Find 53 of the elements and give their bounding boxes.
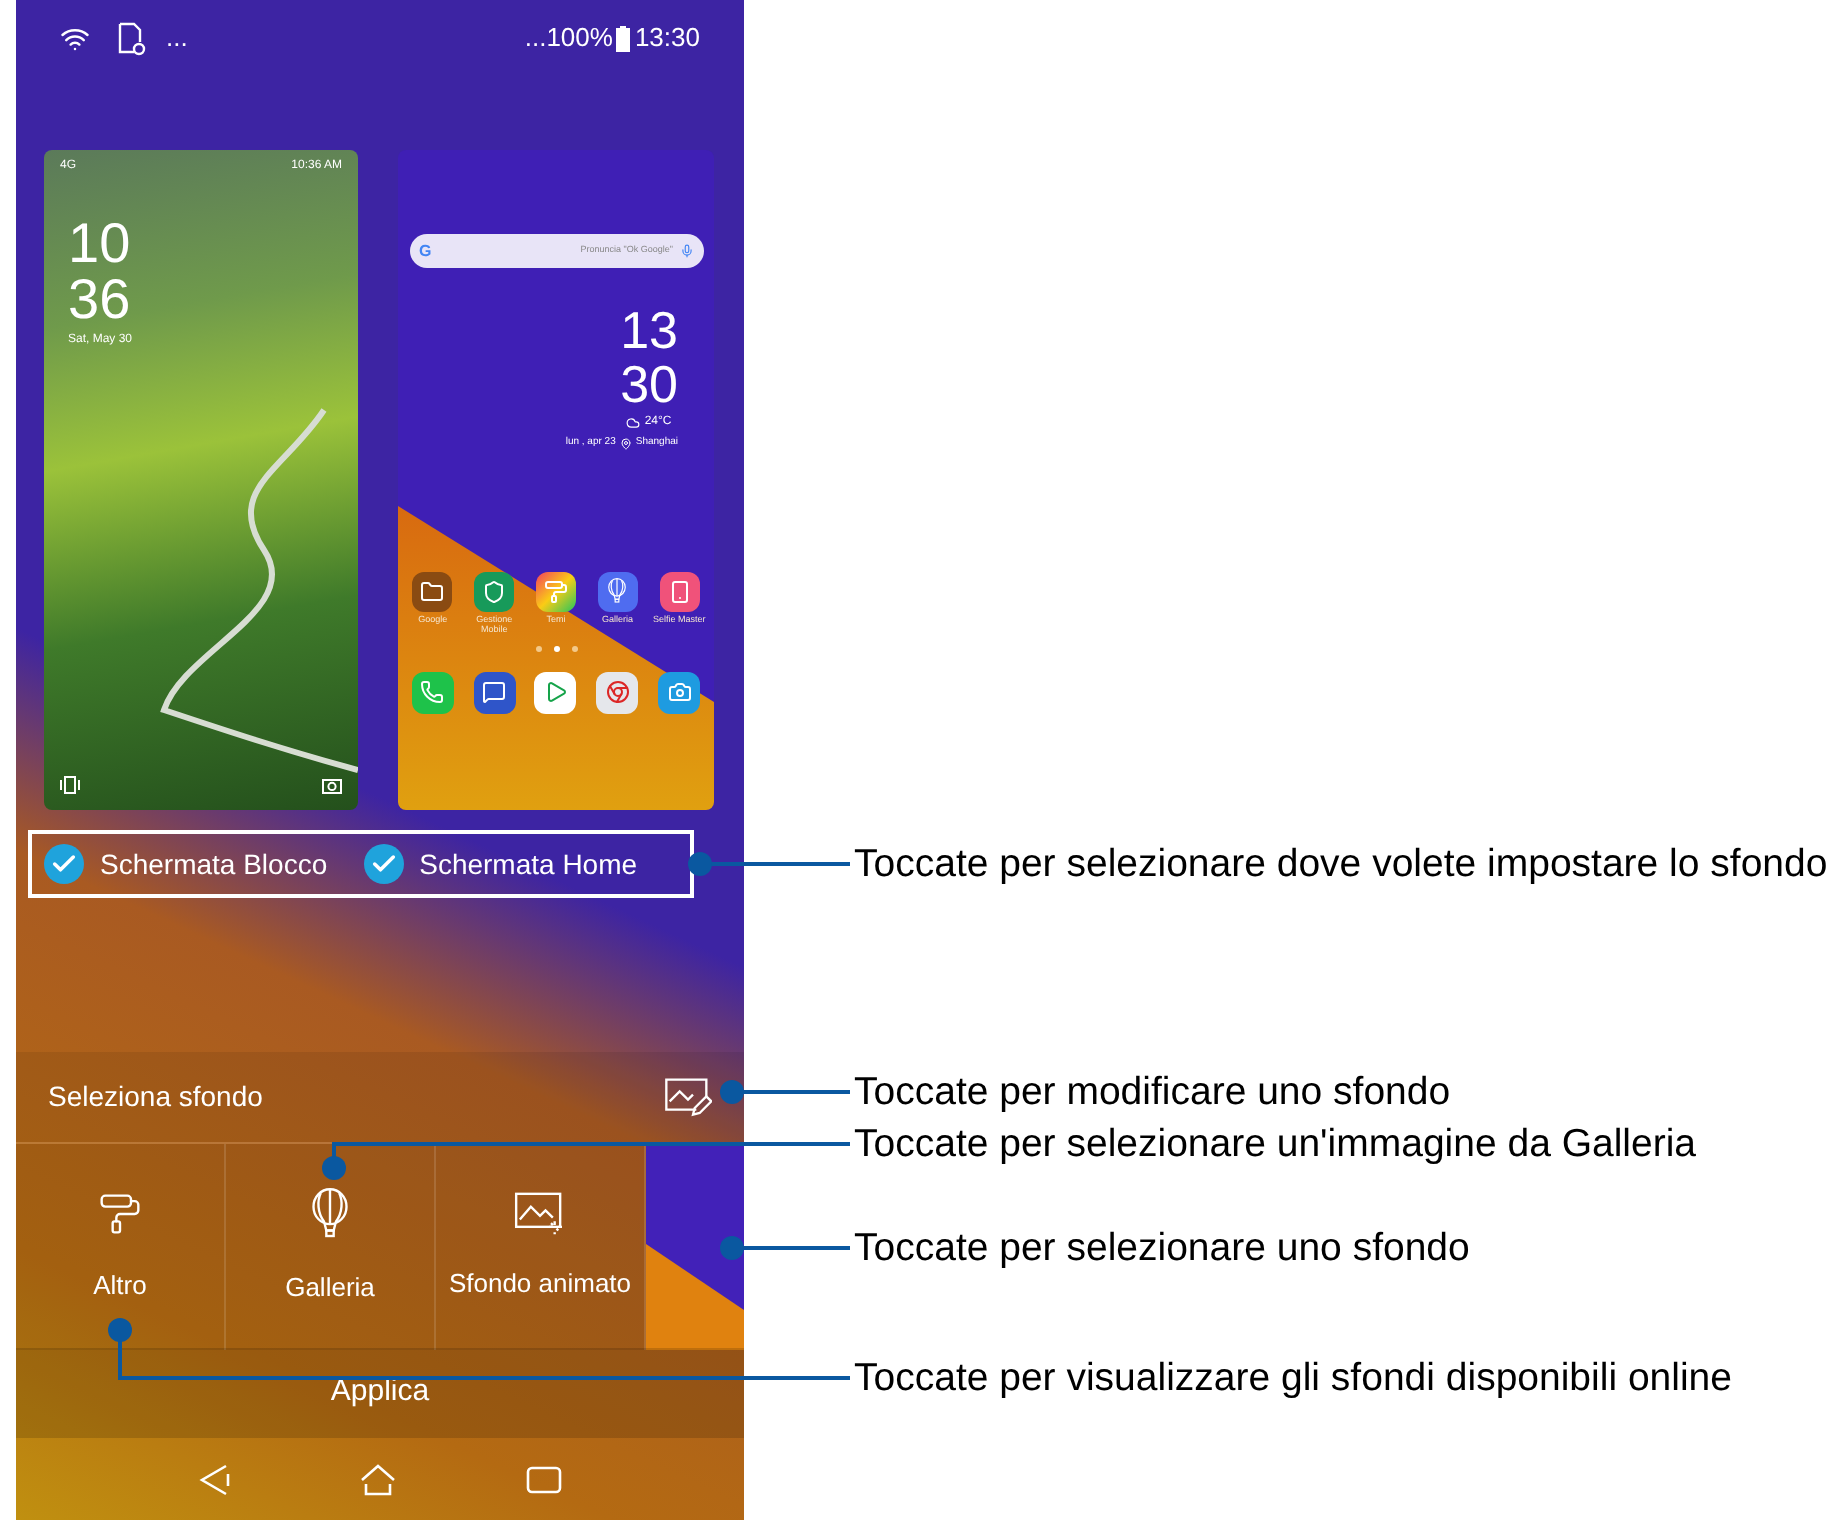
play-store-icon[interactable] [534, 671, 577, 713]
clock: 13:30 [634, 20, 700, 57]
image-edit-icon[interactable] [664, 1077, 712, 1117]
paint-roller-icon[interactable] [535, 571, 576, 611]
more-status-icons: ... [166, 18, 188, 58]
paint-roller-icon [98, 1189, 142, 1238]
image-sparkle-icon [514, 1191, 566, 1236]
target-checkbox-option[interactable]: Schermata Blocco [32, 843, 352, 885]
lock-hour: 10 [68, 216, 133, 272]
callout-text: Toccate per selezionare un'immagine da Galleria [854, 1122, 1697, 1166]
checkmark-icon [369, 850, 398, 878]
microphone-icon [679, 244, 693, 258]
folder-icon[interactable] [412, 571, 453, 611]
recent-apps-icon[interactable] [526, 1465, 562, 1493]
balloon-icon [308, 1187, 352, 1240]
wallpaper-source-option[interactable]: Altro [16, 1144, 226, 1350]
more-status-icons: ... [524, 18, 547, 58]
leader-line [720, 1236, 850, 1260]
wifi-icon [60, 23, 90, 53]
callout-text: Toccate per selezionare dove volete impostare lo sfondo [854, 842, 1828, 886]
battery-icon [616, 25, 631, 51]
target-checkbox-option[interactable]: Schermata Home [351, 843, 662, 885]
browser-icon[interactable] [596, 671, 639, 713]
wallpaper-thumbnail[interactable] [646, 1144, 744, 1350]
home-icon[interactable] [358, 1463, 398, 1495]
checkbox[interactable] [363, 844, 404, 884]
wallpaper-source-option[interactable]: Sfondo animato [436, 1144, 646, 1350]
lock-minute: 36 [68, 272, 133, 328]
balloon-glyph-icon [606, 578, 629, 604]
sd-card-icon [114, 21, 146, 55]
section-title: Seleziona sfondo [48, 1078, 265, 1116]
location-pin-icon [619, 437, 632, 450]
callout-text: Toccate per modificare uno sfondo [854, 1070, 1451, 1114]
google-logo: G [419, 239, 432, 263]
phone-frame-icon [60, 776, 80, 794]
callout-text: Toccate per selezionare uno sfondo [854, 1226, 1470, 1270]
camera-icon[interactable] [658, 671, 701, 713]
home-minute: 30 [620, 358, 678, 412]
camera-icon [322, 776, 342, 794]
gallery-app-icon[interactable] [597, 571, 638, 611]
checkbox[interactable] [44, 844, 84, 884]
checkbox-label: Schermata Home [419, 845, 638, 883]
apply-button[interactable]: Applica [16, 1348, 744, 1438]
battery-level: 100% [546, 20, 613, 57]
wallpaper-source-option[interactable]: Galleria [226, 1144, 436, 1350]
leader-line [720, 1080, 850, 1104]
shield-icon[interactable] [474, 571, 515, 611]
home-hour: 13 [620, 304, 678, 358]
back-icon[interactable] [198, 1463, 230, 1495]
checkbox-label: Schermata Blocco [100, 845, 328, 883]
checkmark-icon [50, 850, 78, 878]
callout-text: Toccate per visualizzare gli sfondi disponibili online [854, 1356, 1732, 1400]
cloud-icon [626, 416, 641, 430]
